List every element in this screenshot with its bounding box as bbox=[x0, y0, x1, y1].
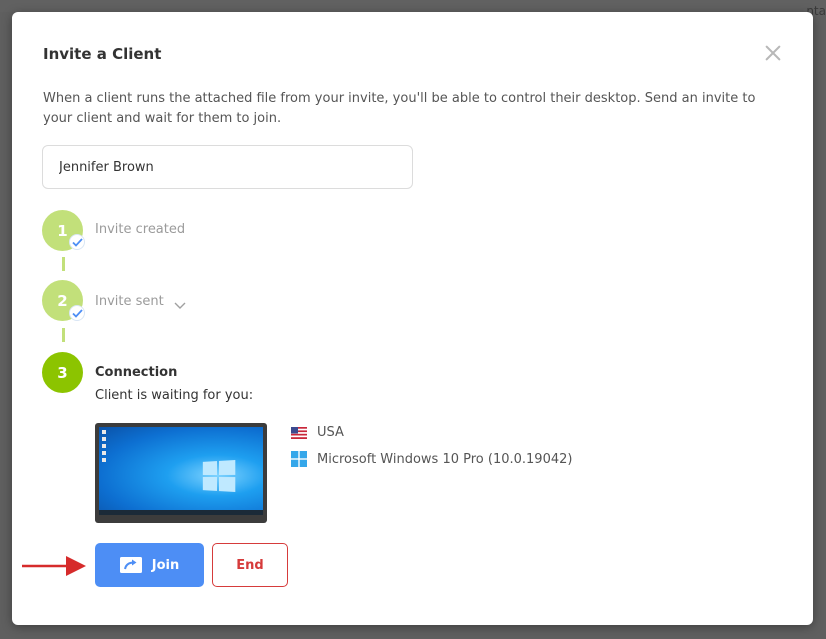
step-1-label: Invite created bbox=[95, 222, 186, 237]
dialog-title: Invite a Client bbox=[43, 45, 162, 63]
background-page: nta bbox=[0, 0, 826, 18]
country-row: USA bbox=[291, 425, 344, 440]
step-1-number: 1 bbox=[57, 221, 68, 240]
taskbar bbox=[99, 510, 263, 515]
annotation-arrow-icon bbox=[22, 556, 86, 576]
country-label: USA bbox=[317, 425, 344, 440]
step-connector bbox=[62, 257, 65, 271]
us-flag-icon bbox=[291, 426, 307, 439]
step-2-number: 2 bbox=[57, 291, 68, 310]
desktop-icon bbox=[102, 430, 106, 434]
step-3-circle: 3 bbox=[42, 352, 83, 393]
client-desktop-preview[interactable] bbox=[95, 423, 267, 523]
desktop-icon bbox=[102, 451, 106, 455]
client-name-input[interactable] bbox=[42, 145, 413, 189]
desktop-screen bbox=[99, 427, 263, 515]
check-icon bbox=[69, 234, 85, 250]
close-icon[interactable] bbox=[762, 42, 784, 64]
desktop-icon bbox=[102, 444, 106, 448]
end-button[interactable]: End bbox=[212, 543, 288, 587]
os-row: Microsoft Windows 10 Pro (10.0.19042) bbox=[291, 451, 572, 467]
chevron-down-icon[interactable] bbox=[173, 297, 187, 311]
invite-client-dialog: Invite a Client When a client runs the a… bbox=[12, 12, 813, 625]
join-button[interactable]: Join bbox=[95, 543, 204, 587]
step-connector bbox=[62, 328, 65, 342]
desktop-icon bbox=[102, 437, 106, 441]
dialog-description: When a client runs the attached file fro… bbox=[43, 91, 756, 126]
share-screen-icon bbox=[119, 557, 142, 573]
check-icon bbox=[69, 305, 85, 321]
end-button-label: End bbox=[236, 557, 264, 573]
desktop-icon bbox=[102, 458, 106, 462]
waiting-text: Client is waiting for you: bbox=[95, 388, 254, 403]
windows-logo-icon bbox=[202, 459, 236, 493]
step-3-number: 3 bbox=[57, 363, 68, 382]
windows-logo-icon bbox=[291, 451, 307, 467]
step-2-label[interactable]: Invite sent bbox=[95, 294, 164, 309]
join-button-label: Join bbox=[151, 557, 180, 573]
os-label: Microsoft Windows 10 Pro (10.0.19042) bbox=[317, 451, 573, 467]
step-3-label: Connection bbox=[95, 365, 178, 380]
